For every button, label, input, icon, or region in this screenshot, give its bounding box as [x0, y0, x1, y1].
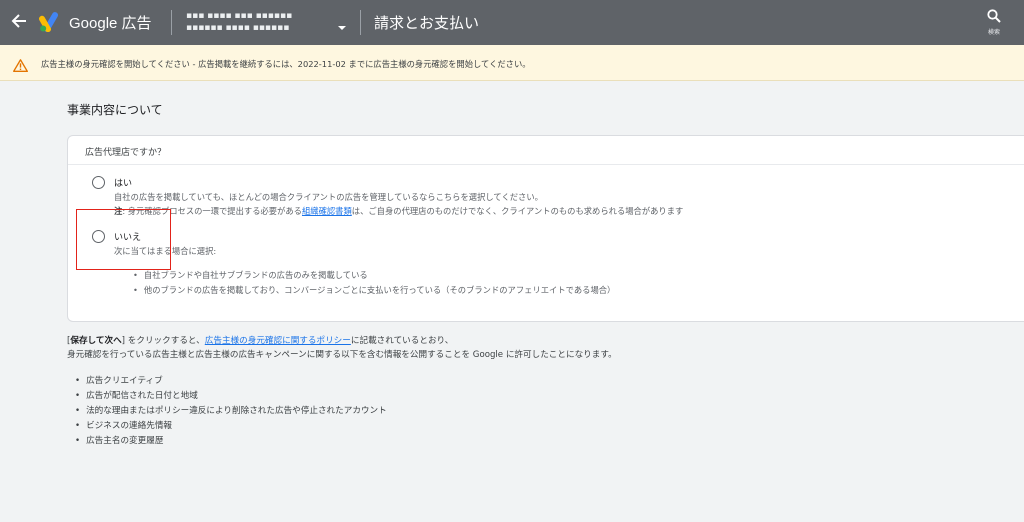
search-icon — [987, 9, 1001, 23]
brand-name: Google 広告 — [69, 15, 152, 32]
account-selector[interactable]: ▪▪▪ ▪▪▪▪ ▪▪▪ ▪▪▪▪▪▪ ▪▪▪▪▪▪ ▪▪▪▪ ▪▪▪▪▪▪ — [186, 10, 326, 34]
agency-question: 広告代理店ですか？ — [85, 148, 167, 158]
list-item: 他のブランドの広告を掲載しており、コンバージョンごとに支払いを行っている（そのブ… — [133, 284, 615, 296]
search-label: 検索 — [987, 29, 1000, 36]
policy-text: に記載されているとおり、 — [350, 336, 454, 346]
page-title: 請求とお支払い — [374, 14, 480, 32]
option-yes-note: 注: 身元確認プロセスの一環で提出する必要がある組織確認書類は、ご自身の代理店の… — [114, 205, 683, 217]
top-app-bar: Google 広告 ▪▪▪ ▪▪▪▪ ▪▪▪ ▪▪▪▪▪▪ ▪▪▪▪▪▪ ▪▪▪… — [0, 0, 1024, 45]
list-item: 広告が配信された日付と地域 — [75, 389, 198, 401]
save-next-emphasis: 保存して次へ — [70, 336, 122, 346]
account-id-line: ▪▪▪▪▪▪ ▪▪▪▪ ▪▪▪▪▪▪ — [186, 23, 290, 33]
organization-documents-link[interactable]: 組織確認書類 — [302, 206, 352, 216]
policy-text: をクリックすると、 — [125, 336, 205, 346]
note-text-end: は、ご自身の代理店のものだけでなく、クライアントのものも求められる場合があります — [351, 206, 684, 216]
divider — [171, 10, 172, 35]
section-title: 事業内容について — [67, 103, 163, 117]
google-ads-logo-icon — [39, 12, 63, 33]
agency-question-card: 広告代理店ですか？ はい 自社の広告を掲載していても、ほとんどの場合クライアント… — [67, 135, 1024, 322]
chevron-down-icon[interactable] — [338, 26, 346, 30]
list-item: 法的な理由またはポリシー違反により削除された広告や停止されたアカウント — [75, 404, 387, 416]
radio-yes[interactable] — [92, 176, 105, 189]
annotation-highlight-box — [76, 209, 171, 270]
warning-icon — [13, 57, 28, 72]
option-yes-label: はい — [114, 179, 133, 189]
list-item: 自社ブランドや自社サブブランドの広告のみを掲載している — [133, 269, 368, 281]
policy-line-1: [保存して次へ] をクリックすると、広告主様の身元確認に関するポリシーに記載され… — [67, 334, 617, 348]
back-arrow-icon[interactable] — [10, 11, 28, 31]
list-item: ビジネスの連絡先情報 — [75, 419, 172, 431]
divider — [360, 10, 361, 35]
identity-verification-banner: 広告主様の身元確認を開始してください - 広告掲載を継続するには、2022-11… — [0, 45, 1024, 81]
list-item: 広告主名の変更履歴 — [75, 434, 163, 446]
card-header: 広告代理店ですか？ — [68, 136, 1024, 165]
list-item: 広告クリエイティブ — [75, 374, 163, 386]
identity-policy-link[interactable]: 広告主様の身元確認に関するポリシー — [205, 336, 351, 346]
banner-text: 広告主様の身元確認を開始してください - 広告掲載を継続するには、2022-11… — [41, 59, 531, 69]
policy-line-2: 身元確認を行っている広告主様と広告主様の広告キャンペーンに関する以下を含む情報を… — [67, 350, 617, 360]
option-yes-description: 自社の広告を掲載していても、ほとんどの場合クライアントの広告を管理しているならこ… — [114, 192, 543, 202]
account-name-line: ▪▪▪ ▪▪▪▪ ▪▪▪ ▪▪▪▪▪▪ — [186, 11, 293, 21]
search-button[interactable]: 検索 — [982, 6, 1006, 42]
policy-consent-text: [保存して次へ] をクリックすると、広告主様の身元確認に関するポリシーに記載され… — [67, 334, 617, 362]
